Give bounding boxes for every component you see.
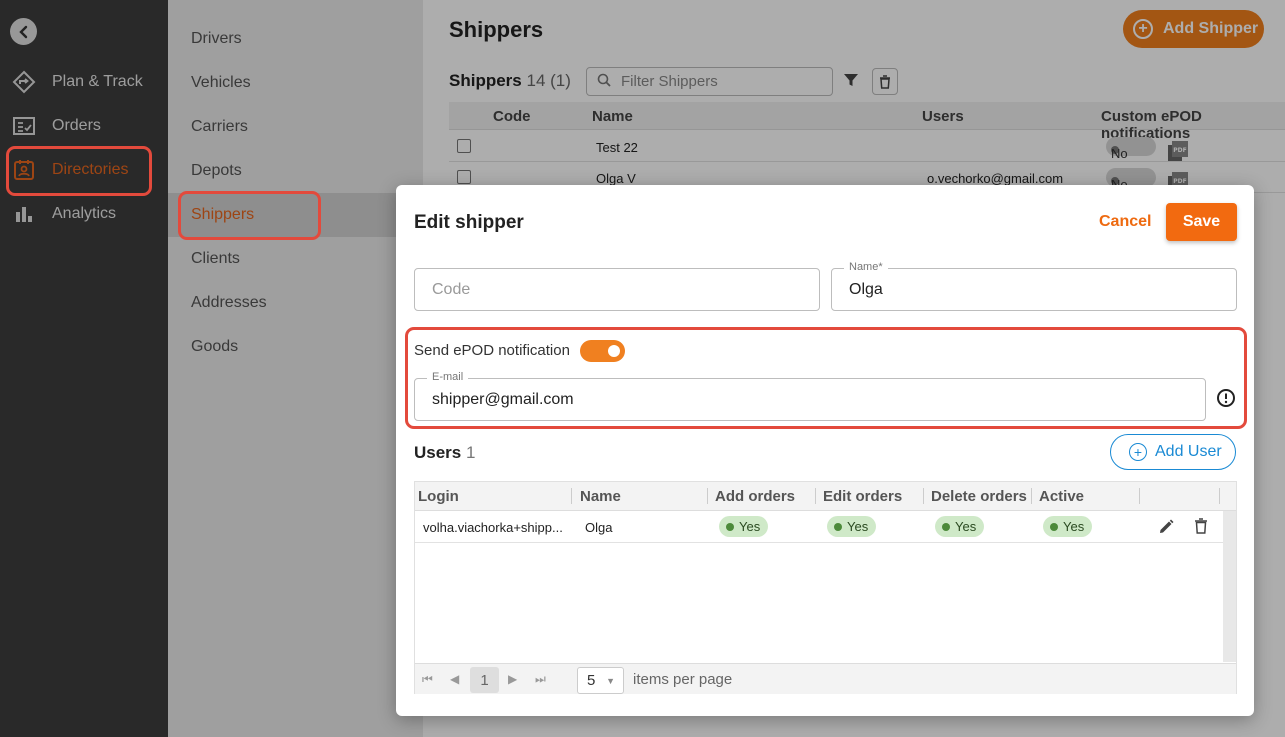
per-page-label: items per page	[633, 671, 733, 688]
cell-name: Olga	[585, 520, 613, 535]
per-page-value: 5	[587, 672, 596, 689]
col-header[interactable]: Add orders	[715, 488, 795, 505]
cancel-button[interactable]: Cancel	[1099, 213, 1151, 231]
first-page-icon[interactable]: ⏮	[422, 672, 433, 687]
current-page[interactable]: 1	[470, 667, 499, 693]
status-badge: Yes	[827, 516, 877, 537]
dialog-title: Edit shipper	[414, 212, 524, 233]
col-header[interactable]: Active	[1039, 488, 1084, 505]
pagination-bar: ⏮ ◀ 1 ▶ ⏭ 5 ▼ items per page	[415, 663, 1236, 694]
per-page-select[interactable]: 5 ▼	[577, 667, 624, 694]
prev-page-icon[interactable]: ◀	[450, 672, 459, 686]
users-table: Login Name Add orders Edit orders Delete…	[414, 481, 1237, 694]
add-user-button[interactable]: + Add User	[1110, 434, 1236, 470]
users-table-header: Login Name Add orders Edit orders Delete…	[415, 482, 1236, 511]
table-row[interactable]: volha.viachorka+shipp... Olga Yes Yes Ye…	[415, 511, 1223, 543]
code-field[interactable]: Code	[414, 268, 820, 311]
name-label: Name*	[844, 261, 888, 273]
save-button[interactable]: Save	[1166, 203, 1237, 241]
email-field[interactable]: E-mail shipper@gmail.com	[414, 371, 1206, 421]
plus-circle-icon: +	[1129, 443, 1147, 461]
status-badge: Yes	[1043, 516, 1093, 537]
delete-trash-icon[interactable]	[1194, 518, 1208, 537]
caret-down-icon: ▼	[606, 676, 615, 686]
next-page-icon[interactable]: ▶	[508, 672, 517, 686]
epod-label: Send ePOD notification	[414, 342, 570, 359]
epod-toggle[interactable]	[580, 340, 625, 362]
edit-pencil-icon[interactable]	[1157, 518, 1175, 539]
users-title: Users	[414, 443, 462, 462]
last-page-icon[interactable]: ⏭	[535, 672, 546, 687]
add-user-label: Add User	[1155, 443, 1222, 460]
name-field[interactable]: Name* Olga	[831, 261, 1237, 311]
email-value: shipper@gmail.com	[432, 390, 574, 408]
code-placeholder: Code	[432, 280, 471, 298]
vertical-scrollbar[interactable]	[1223, 511, 1236, 662]
edit-shipper-dialog: Edit shipper Cancel Save Code Name* Olga…	[396, 185, 1254, 716]
col-header[interactable]: Delete orders	[931, 488, 1027, 505]
col-header[interactable]: Name	[580, 488, 621, 505]
users-heading: Users 1	[414, 443, 475, 463]
users-count: 1	[466, 443, 476, 462]
cell-login: volha.viachorka+shipp...	[423, 520, 563, 535]
name-value: Olga	[849, 280, 883, 298]
alert-circle-icon[interactable]	[1216, 388, 1236, 413]
col-header[interactable]: Edit orders	[823, 488, 902, 505]
col-header[interactable]: Login	[418, 488, 459, 505]
status-badge: Yes	[935, 516, 985, 537]
status-badge: Yes	[719, 516, 769, 537]
email-label: E-mail	[427, 371, 469, 383]
